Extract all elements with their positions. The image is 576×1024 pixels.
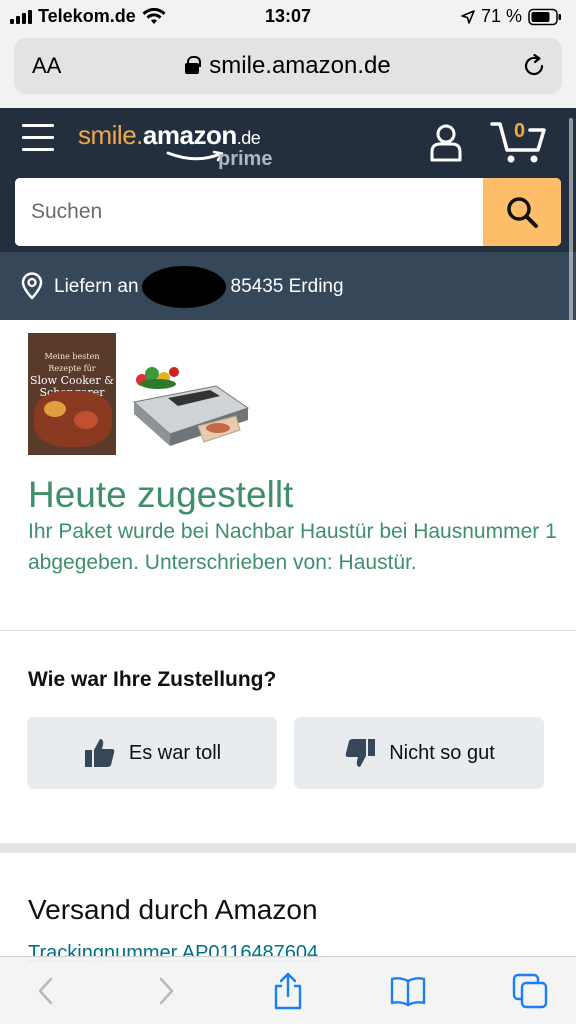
logo-smile-text: smile. (78, 120, 143, 150)
thumbs-up-icon (84, 739, 115, 767)
status-bar: Telekom.de 13:07 71 % (0, 0, 576, 34)
reload-icon[interactable] (520, 52, 548, 80)
lock-icon (185, 56, 202, 74)
delivery-status-title: Heute zugestellt (28, 474, 294, 515)
browser-toolbar (0, 956, 576, 1024)
search-icon (507, 197, 538, 228)
amazon-header: smile.amazon.de prime 0 (0, 108, 576, 252)
location-arrow-icon (461, 9, 475, 24)
book-cover-dish (34, 391, 112, 447)
url-display[interactable]: smile.amazon.de (14, 52, 562, 80)
logo-de-text: .de (236, 128, 261, 148)
location-pin-icon (21, 272, 43, 300)
cart-count-badge: 0 (514, 120, 526, 142)
thumbs-down-icon (345, 739, 376, 767)
section-divider (0, 630, 576, 631)
product-image-cookbook[interactable]: Meine besten Rezepte für Slow Cooker & S… (28, 333, 116, 455)
search-input[interactable] (15, 178, 483, 246)
logo-amazon-text: amazon (142, 120, 237, 150)
scroll-indicator (569, 118, 573, 328)
back-icon (38, 977, 53, 1005)
forward-button[interactable] (146, 971, 186, 1011)
carrier-name: Telekom.de (38, 6, 136, 26)
share-button[interactable] (268, 971, 308, 1011)
status-right: 71 % (461, 6, 562, 27)
shipping-title: Versand durch Amazon (28, 894, 318, 925)
delivery-location: 85435 Erding (230, 276, 344, 297)
feedback-good-button[interactable]: Es war toll (27, 717, 277, 789)
bookmarks-button[interactable] (388, 971, 428, 1011)
battery-percent: 71 % (480, 6, 522, 26)
battery-icon (528, 8, 561, 25)
back-button[interactable] (26, 971, 66, 1011)
smile-arrow-icon (166, 150, 224, 162)
feedback-bad-label: Nicht so gut (389, 741, 495, 764)
signal-icon (10, 9, 32, 24)
status-left: Telekom.de (10, 6, 166, 27)
tabs-icon (512, 973, 548, 1009)
product-image-vacuum-sealer[interactable] (128, 360, 254, 452)
search-button[interactable] (483, 178, 561, 246)
browser-chrome: AA smile.amazon.de (0, 34, 576, 108)
forward-icon (159, 977, 174, 1005)
bookmarks-icon (390, 977, 426, 1007)
tabs-button[interactable] (510, 971, 550, 1011)
menu-icon[interactable] (22, 124, 54, 154)
wifi-icon (142, 7, 166, 24)
redacted-name (142, 266, 226, 308)
url-text: smile.amazon.de (209, 52, 391, 79)
logo-prime-text: prime (218, 148, 273, 170)
address-bar[interactable]: AA smile.amazon.de (14, 38, 562, 94)
feedback-good-label: Es war toll (128, 741, 222, 764)
account-icon[interactable] (428, 122, 464, 162)
share-icon (274, 972, 302, 1010)
smile-amazon-logo[interactable]: smile.amazon.de prime (78, 120, 272, 170)
delivery-status-message: Ihr Paket wurde bei Nachbar Haustür bei … (28, 520, 557, 574)
delivery-location-bar[interactable]: Liefern an 85435 Erding (0, 252, 576, 320)
feedback-question: Wie war Ihre Zustellung? (28, 668, 277, 691)
search-bar (15, 178, 561, 246)
delivery-prefix: Liefern an (54, 276, 139, 297)
feedback-bad-button[interactable]: Nicht so gut (294, 717, 544, 789)
section-separator (0, 843, 576, 853)
book-cover-small-title: Meine besten Rezepte für (44, 352, 100, 373)
